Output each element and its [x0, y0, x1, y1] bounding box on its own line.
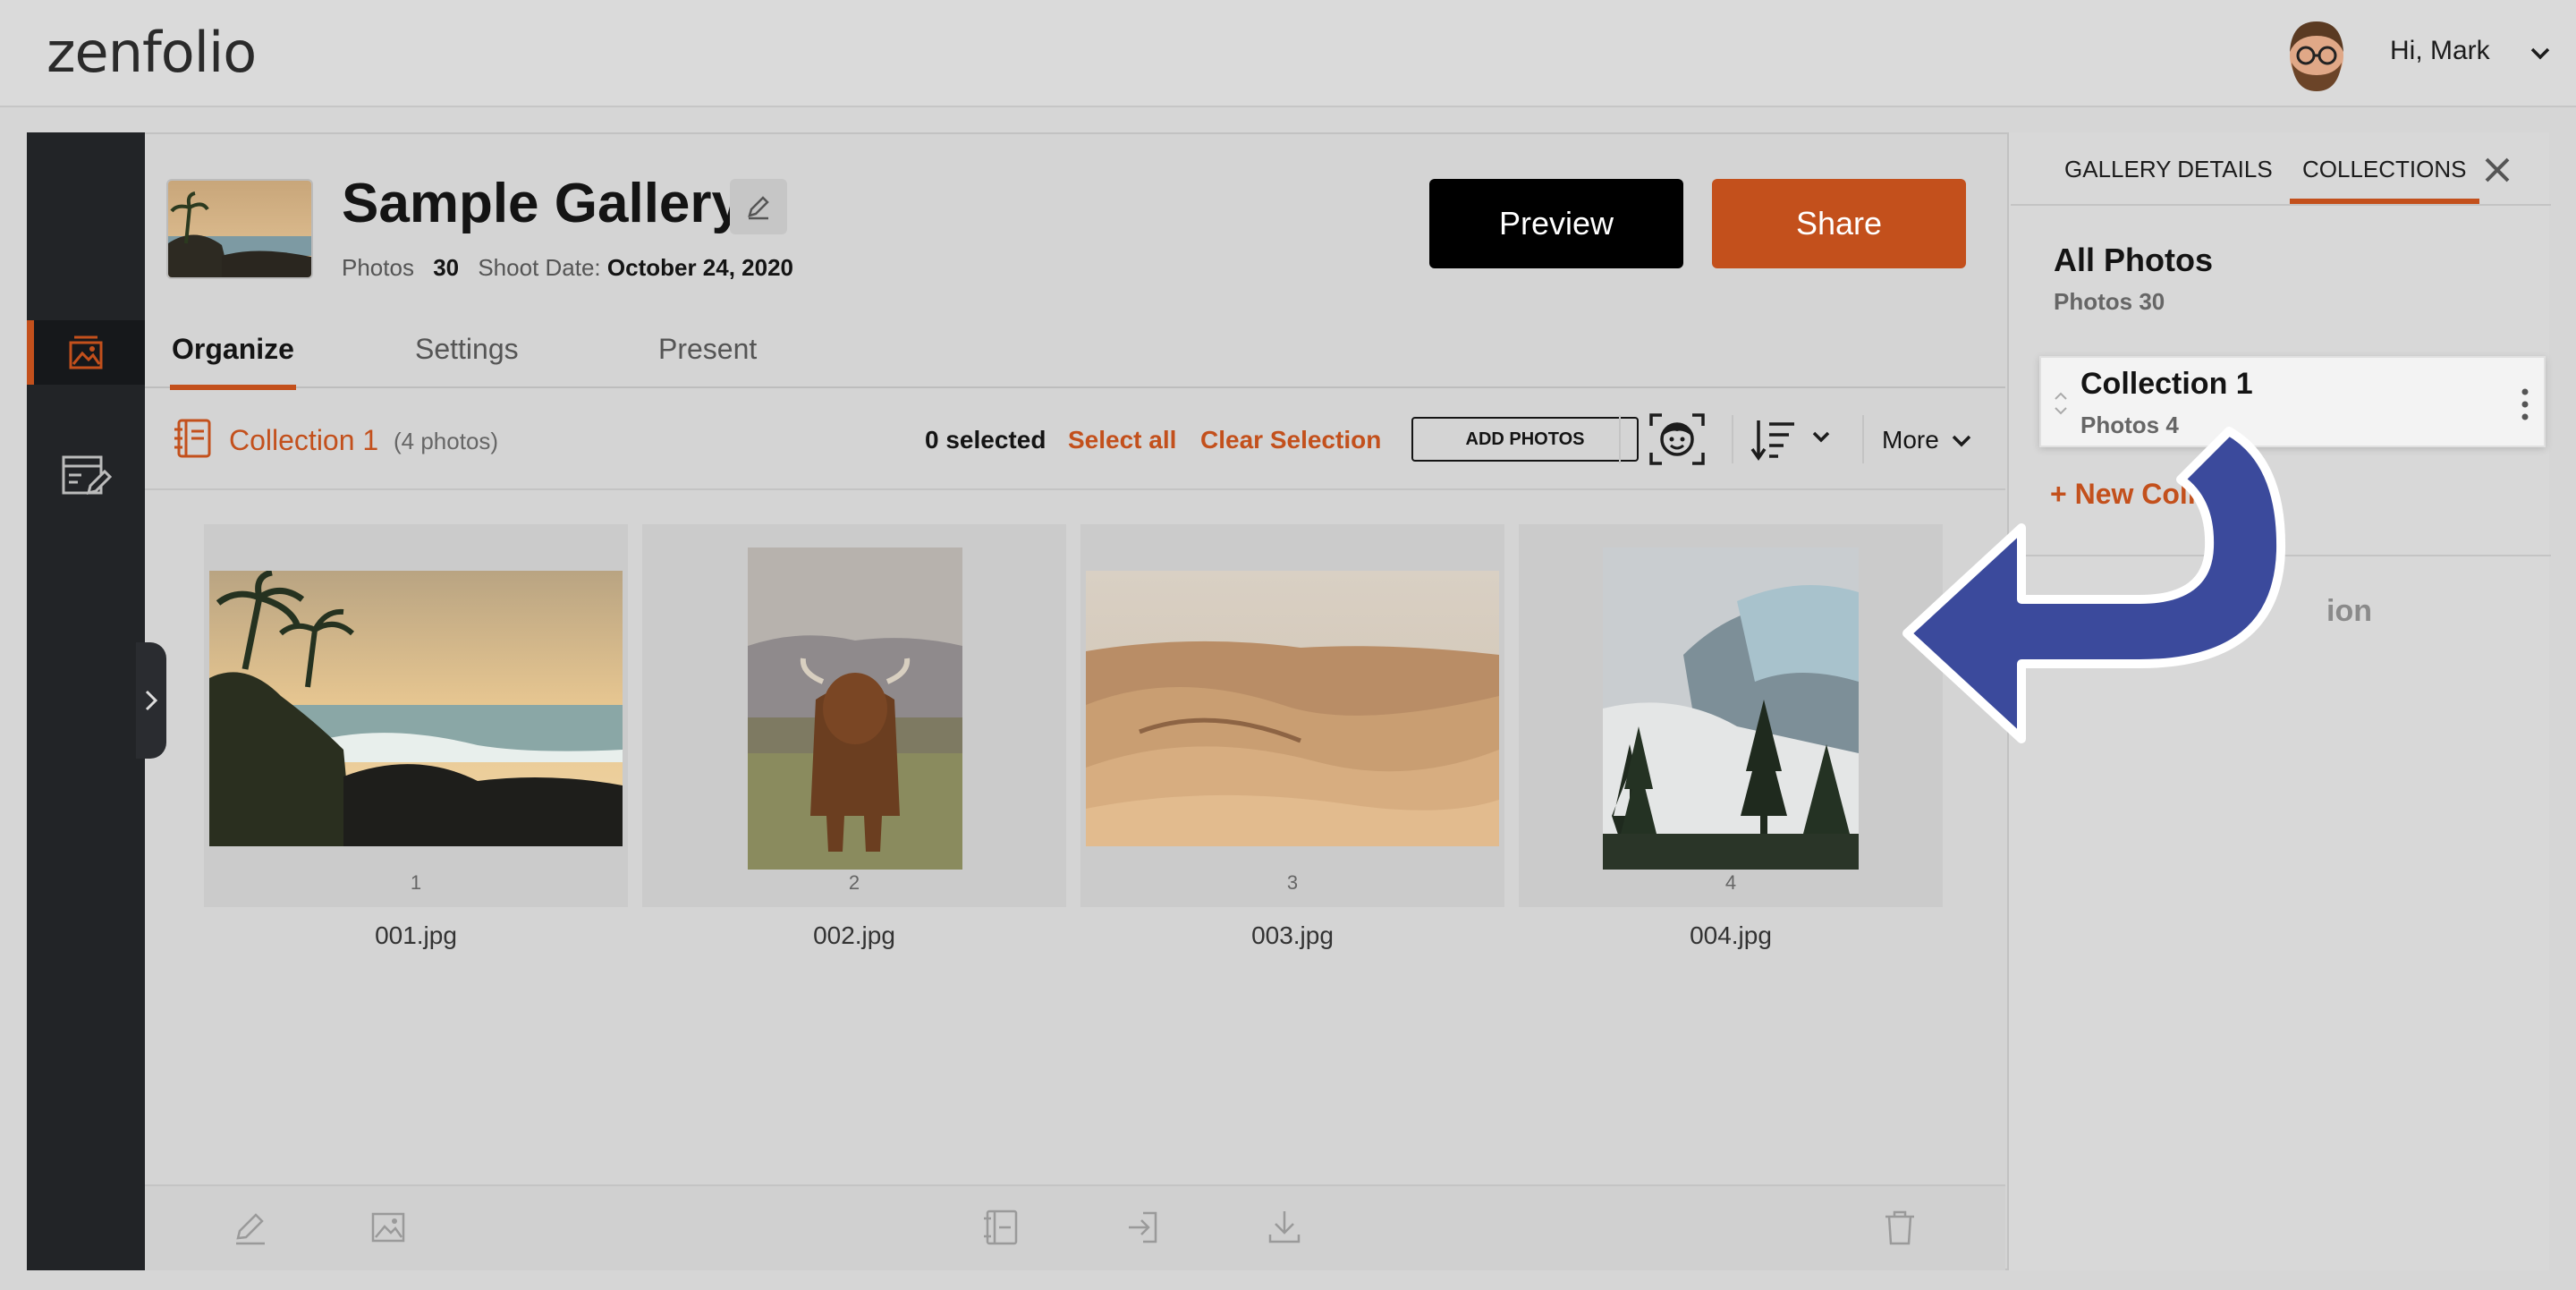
photo-filename: 001.jpg	[375, 921, 457, 949]
top-bar: zenfolio Hi, Mark	[0, 0, 2576, 107]
shoot-date: October 24, 2020	[606, 254, 794, 281]
organize-toolbar: Collection 1 (4 photos) 0 selected Selec…	[145, 390, 2005, 490]
sort-icon[interactable]	[1750, 415, 1835, 465]
collection-icon	[174, 419, 211, 458]
photo-filename: 004.jpg	[1690, 921, 1772, 949]
add-photos-button[interactable]: ADD PHOTOS	[1411, 417, 1639, 462]
photo-filename: 003.jpg	[1251, 921, 1334, 949]
kebab-menu-icon[interactable]	[2519, 386, 2531, 422]
tab-collections[interactable]: COLLECTIONS	[2290, 156, 2479, 204]
toolbar-divider	[1732, 415, 1733, 463]
selected-count: 0 selected	[925, 426, 1046, 454]
photo-card[interactable]: 3	[1080, 524, 1504, 907]
user-greeting[interactable]: Hi, Mark	[2390, 36, 2490, 66]
collection-item-name: Collection 1	[2080, 367, 2253, 401]
gallery-cover-thumbnail[interactable]	[166, 179, 313, 279]
current-collection-count: (4 photos)	[394, 428, 499, 454]
photo-filename: 002.jpg	[813, 921, 895, 949]
select-all-link[interactable]: Select all	[1068, 426, 1176, 454]
all-photos-title[interactable]: All Photos	[2054, 242, 2213, 279]
close-icon[interactable]	[2481, 154, 2513, 186]
chevron-right-icon	[145, 690, 158, 711]
photo-number: 3	[1286, 871, 1299, 894]
photo-card[interactable]: 4	[1519, 524, 1943, 907]
reorder-handle-icon[interactable]	[2052, 388, 2070, 419]
gallery-tabs: Organize Settings Present	[145, 333, 2005, 390]
left-nav	[27, 132, 145, 1270]
photo-thumbnail[interactable]	[1086, 571, 1499, 846]
gallery-image-icon	[69, 335, 103, 369]
face-recognition-icon[interactable]	[1648, 412, 1707, 467]
toolbar-divider	[1619, 415, 1621, 463]
tab-settings[interactable]: Settings	[415, 333, 519, 388]
download-icon[interactable]	[1265, 1208, 1304, 1247]
gallery-title: Sample Gallery	[342, 173, 743, 234]
photo-card[interactable]: 1	[204, 524, 628, 907]
nav-website[interactable]	[27, 444, 145, 508]
photo-number: 4	[1724, 871, 1737, 894]
nav-galleries[interactable]	[27, 320, 145, 385]
toolbar-divider	[1862, 415, 1864, 463]
current-collection-name: Collection 1	[229, 424, 379, 456]
photo-thumbnail[interactable]	[748, 547, 962, 870]
photo-card[interactable]: 2	[642, 524, 1066, 907]
image-icon[interactable]	[369, 1208, 408, 1247]
chevron-down-icon[interactable]	[2528, 41, 2553, 66]
photo-thumbnail[interactable]	[209, 571, 623, 846]
annotation-arrow-icon	[1902, 427, 2286, 743]
photos-label: Photos	[342, 254, 414, 281]
zenfolio-logo[interactable]: zenfolio	[47, 20, 257, 85]
photo-thumbnail[interactable]	[1603, 547, 1859, 870]
panel-divider	[2011, 204, 2551, 206]
trash-icon[interactable]	[1880, 1208, 1919, 1247]
bulk-actions-bar	[145, 1184, 2005, 1270]
user-avatar[interactable]	[2283, 16, 2351, 93]
expand-nav-handle[interactable]	[136, 642, 166, 759]
shoot-date-label: Shoot Date:	[478, 254, 601, 281]
tab-gallery-details[interactable]: GALLERY DETAILS	[2064, 156, 2273, 183]
tab-present[interactable]: Present	[658, 333, 757, 388]
photo-number: 2	[848, 871, 860, 894]
gallery-meta: Photos 30 Shoot Date: October 24, 2020	[342, 254, 793, 282]
pencil-icon	[748, 196, 769, 220]
photos-count: 30	[433, 254, 460, 281]
preview-button[interactable]: Preview	[1429, 179, 1683, 268]
share-button[interactable]: Share	[1712, 179, 1966, 268]
pencil-icon[interactable]	[231, 1208, 270, 1247]
all-photos-count: Photos 30	[2054, 288, 2165, 315]
website-edit-icon	[62, 455, 112, 496]
collection-icon[interactable]	[982, 1208, 1021, 1247]
tab-organize[interactable]: Organize	[170, 333, 296, 390]
clear-selection-link[interactable]: Clear Selection	[1200, 426, 1381, 454]
edit-title-button[interactable]	[730, 179, 787, 234]
photo-number: 1	[410, 871, 422, 894]
move-to-icon[interactable]	[1123, 1208, 1163, 1247]
